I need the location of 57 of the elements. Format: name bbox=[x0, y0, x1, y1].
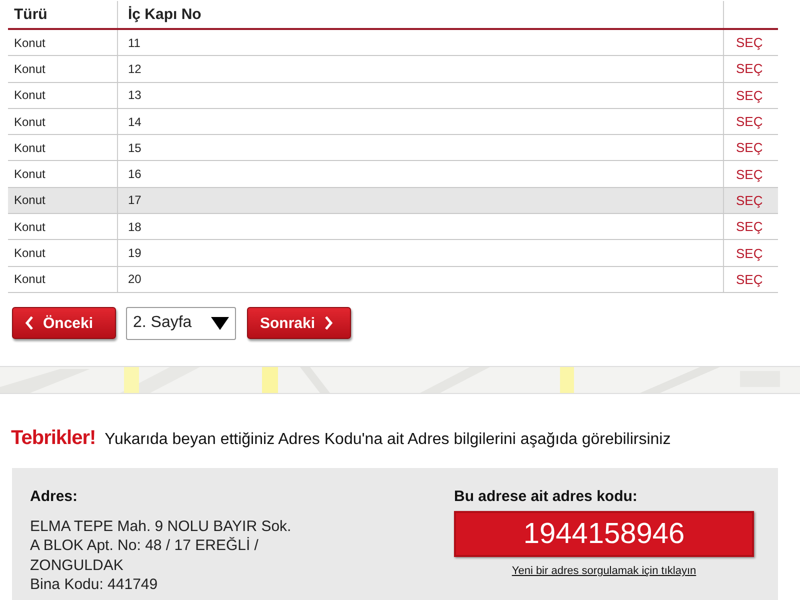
table-row[interactable]: Konut 15 SEÇ bbox=[8, 134, 778, 161]
page-select[interactable]: 2. Sayfa bbox=[126, 306, 236, 340]
table-cell: Konut bbox=[8, 187, 118, 214]
select-link[interactable]: SEÇ bbox=[736, 272, 763, 287]
select-link[interactable]: SEÇ bbox=[736, 88, 763, 103]
address-line: A BLOK Apt. No: 48 / 17 EREĞLİ / bbox=[30, 536, 260, 556]
table-row[interactable]: Konut 11 SEÇ bbox=[8, 29, 778, 56]
table-cell: Konut bbox=[8, 160, 118, 188]
select-link[interactable]: SEÇ bbox=[736, 140, 763, 156]
table-row[interactable]: Konut 20 SEÇ bbox=[8, 266, 778, 292]
select-link[interactable]: SEÇ bbox=[736, 35, 763, 50]
table-row[interactable]: Konut 13 SEÇ bbox=[8, 82, 778, 108]
table-cell: Konut bbox=[8, 134, 118, 161]
table-row[interactable]: Konut 17 SEÇ bbox=[8, 187, 778, 214]
column-header: İç Kapı No bbox=[118, 1, 724, 29]
table-cell: 20 bbox=[118, 266, 724, 292]
address-code: 1944158946 bbox=[454, 510, 754, 557]
success-message: Yukarıda beyan ettiğiniz Adres Kodu'na ait Adres bilgilerini aşağıda görebilirsiniz bbox=[104, 430, 671, 449]
table-cell: 17 bbox=[118, 187, 724, 214]
table-cell: Konut bbox=[8, 108, 118, 135]
select-link[interactable]: SEÇ bbox=[736, 166, 763, 182]
table-cell: 16 bbox=[118, 160, 724, 188]
table-row[interactable]: Konut 19 SEÇ bbox=[8, 240, 778, 266]
address-line: Bina Kodu: 441749 bbox=[30, 575, 159, 595]
chevron-right-icon bbox=[325, 316, 334, 330]
table-row[interactable]: Konut 14 SEÇ bbox=[8, 108, 778, 135]
table-cell: Konut bbox=[8, 266, 118, 292]
select-link[interactable]: SEÇ bbox=[736, 219, 763, 234]
address-line: ZONGULDAK bbox=[30, 556, 124, 576]
table-cell: Konut bbox=[8, 82, 118, 108]
table-cell: Konut bbox=[8, 240, 118, 266]
table-cell: 19 bbox=[118, 240, 724, 266]
select-link[interactable]: SEÇ bbox=[736, 114, 763, 130]
table-cell: Konut bbox=[8, 214, 118, 240]
code-label: Bu adrese ait adres kodu: bbox=[454, 488, 638, 505]
address-line: ELMA TEPE Mah. 9 NOLU BAYIR Sok. bbox=[30, 516, 292, 536]
caret-icon bbox=[211, 316, 229, 330]
table-cell: 18 bbox=[118, 214, 724, 240]
table-cell: 11 bbox=[118, 29, 724, 56]
address-label: Adres: bbox=[30, 488, 79, 505]
table-cell: Konut bbox=[8, 56, 118, 82]
table-row[interactable]: Konut 12 SEÇ bbox=[8, 56, 778, 82]
table-cell: Konut bbox=[8, 29, 118, 56]
table-row[interactable]: Konut 18 SEÇ bbox=[8, 214, 778, 240]
table-row[interactable]: Konut 16 SEÇ bbox=[8, 160, 778, 188]
previous-button[interactable]: Önceki bbox=[12, 307, 116, 340]
select-link[interactable]: SEÇ bbox=[736, 61, 763, 76]
select-link[interactable]: SEÇ bbox=[736, 246, 763, 261]
success-heading: Tebrikler! bbox=[11, 426, 96, 450]
table-cell: 14 bbox=[118, 108, 724, 135]
new-query-link[interactable]: Yeni bir adres sorgulamak için tıklayın bbox=[454, 564, 754, 577]
table-cell: 13 bbox=[118, 82, 724, 108]
table-cell: 12 bbox=[118, 56, 724, 82]
chevron-left-icon bbox=[25, 316, 33, 330]
next-button[interactable]: Sonraki bbox=[247, 307, 351, 340]
table-cell: 15 bbox=[118, 134, 724, 161]
column-header: Türü bbox=[8, 1, 118, 29]
